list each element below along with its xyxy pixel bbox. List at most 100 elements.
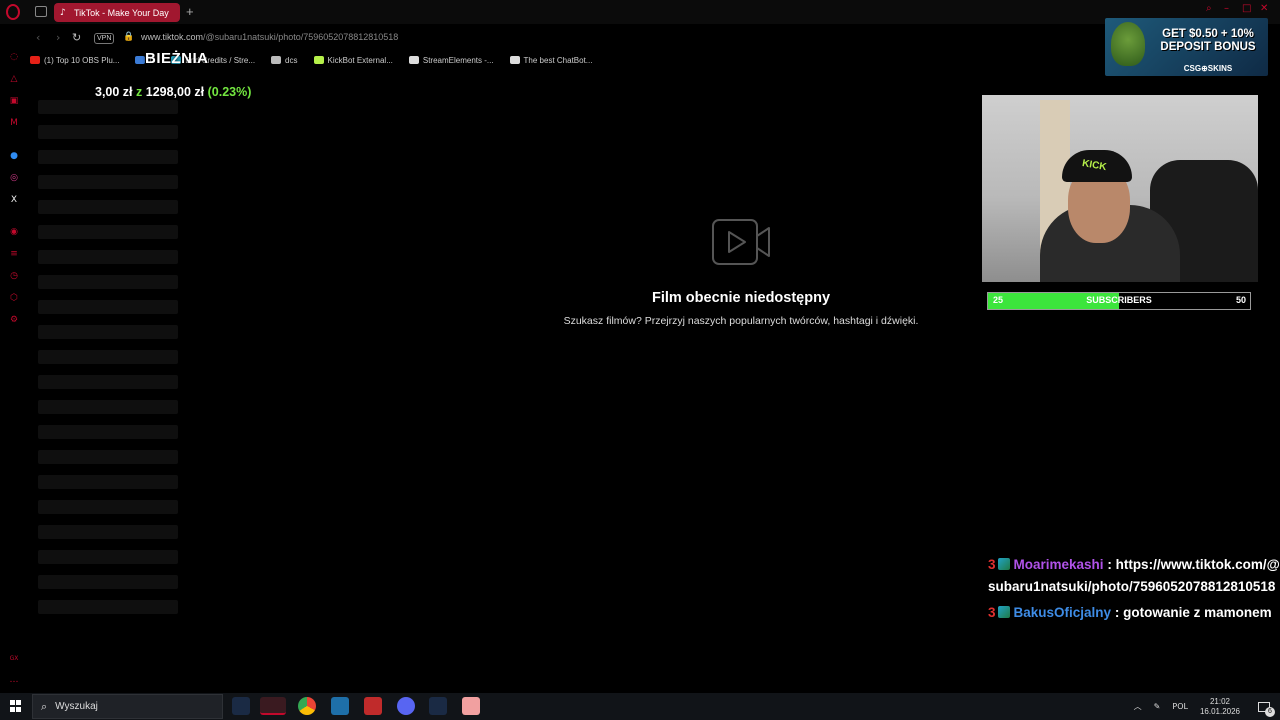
skeleton-row [38,550,178,564]
chat-username: Moarimekashi [1013,557,1104,572]
ad-headline: GET $0.50 + 10% DEPOSIT BONUS [1160,28,1256,53]
skeleton-row [38,600,178,614]
loading-skeleton-list [38,100,180,625]
subscriber-goal-label: SUBSCRIBERS [1086,295,1152,305]
bookmark-item[interactable]: KickBot External... [313,55,393,65]
skeleton-row [38,150,178,164]
opera-gx-app-icon[interactable] [260,697,286,715]
skeleton-row [38,375,178,389]
bookmark-item[interactable]: StreamElements -... [408,55,494,65]
back-icon[interactable]: ‹ [36,31,40,44]
speed-dial-icon[interactable]: ◉ [8,227,20,238]
bookmark-label: KickBot External... [327,55,393,65]
chat-badge-number: 3 [988,557,996,572]
url-field[interactable]: www.tiktok.com/@subaru1natsuki/photo/759… [141,32,398,42]
tab-tiktok[interactable]: ♪ TikTok - Make Your Day [54,3,180,22]
subscriber-goal-target: 50 [1235,295,1246,305]
chat-separator: : [1103,557,1112,572]
steam-app-icon[interactable] [232,697,250,715]
notification-icon[interactable]: 6 [1258,701,1275,717]
discord-app-icon[interactable] [397,697,415,715]
skeleton-row [38,275,178,289]
chat-overlay: 3 Moarimekashi : https://www.tiktok.com/@… [988,554,1280,628]
streamelements-icon [408,56,419,64]
history-icon[interactable]: ◷ [8,271,20,282]
more-icon[interactable]: … [8,675,20,686]
x-icon[interactable]: X [8,195,20,206]
new-tab-button[interactable]: + [186,4,194,19]
ad-mascot [1111,22,1145,66]
donation-current: 3,00 zł [95,85,133,99]
forward-icon[interactable]: › [56,31,60,44]
search-icon: ⌕ [41,699,48,713]
clock[interactable]: 21:02 16.01.2026 [1200,697,1240,717]
donation-percent: (0.23%) [207,85,252,99]
chat-separator: : [1111,605,1120,620]
vpn-badge[interactable]: VPN [94,33,115,44]
chat-message: 3 BakusOficjalny : gotowanie z mamonem [988,602,1280,624]
player-icon[interactable]: ▣ [8,96,20,107]
browser-sidebar: ◌ △ ▣ M ● ◎ X ◉ ≡ ◷ ⬡ ⚙ GX … [0,48,28,693]
bookmark-label: The best ChatBot... [523,55,593,65]
pen-icon[interactable]: ✎ [1154,702,1161,711]
bookmark-item[interactable]: (1) Top 10 OBS Plu... [30,56,119,65]
settings-icon[interactable]: ⚙ [8,315,20,326]
folder-icon [271,56,282,64]
video-unavailable-title: Film obecnie niedostępny [651,290,831,306]
ad-brand: CSG⊕SKINS [1183,64,1233,73]
donation-connector: z [136,85,143,99]
skeleton-row [38,125,178,139]
chrome-app-icon[interactable] [298,697,316,715]
crypto-wallet-icon[interactable]: △ [8,74,20,85]
paint-app-icon[interactable] [462,697,480,715]
skeleton-row [38,575,178,589]
windows-start-icon[interactable] [10,700,22,712]
tab-title: TikTok - Make Your Day [74,7,169,18]
notification-count: 6 [1265,706,1275,717]
opera-logo-icon[interactable] [6,4,20,20]
tab-switcher-icon[interactable] [35,6,47,17]
ad-banner[interactable]: GET $0.50 + 10% DEPOSIT BONUS CSG⊕SKINS [1105,18,1268,76]
subscriber-goal-bar: 25 SUBSCRIBERS 50 [987,292,1251,310]
chat-username: BakusOficjalny [1013,605,1112,620]
app-icon[interactable] [331,697,349,715]
minimize-icon[interactable]: – [1224,4,1234,14]
bookmark-item[interactable]: The best ChatBot... [509,55,593,65]
reload-icon[interactable]: ↻ [72,31,81,44]
address-bar: ‹ › ↻ VPN 🔒 www.tiktok.com/@subaru1natsu… [28,26,1280,50]
skeleton-row [38,475,178,489]
bookmark-item[interactable]: dcs [271,55,298,65]
messenger-icon[interactable]: ● [8,151,20,162]
system-tray: ︿ ✎ POL 21:02 16.01.2026 6 [1134,693,1280,720]
language-indicator[interactable]: POL [1172,702,1188,711]
search-icon[interactable]: ⌕ [1206,4,1216,14]
window-controls: ⌕ – □ ✕ [1206,4,1270,14]
tray-chevron-icon[interactable]: ︿ [1134,701,1142,712]
instagram-icon[interactable]: ◎ [8,173,20,184]
clock-date: 16.01.2026 [1199,706,1240,716]
bookmark-label: StreamElements -... [422,55,494,65]
skeleton-row [38,300,178,314]
close-icon[interactable]: ✕ [1260,4,1270,14]
clock-time: 21:02 [1209,696,1230,706]
video-unavailable-icon [712,219,770,265]
subscriber-badge-icon [997,606,1010,618]
voicemeeter-app-icon[interactable] [364,697,382,715]
chat-message: 3 Moarimekashi : https://www.tiktok.com/@… [988,554,1280,598]
skeleton-row [38,325,178,339]
extensions-icon[interactable]: ⬡ [8,293,20,304]
skeleton-row [38,225,178,239]
skeleton-row [38,450,178,464]
maximize-icon[interactable]: □ [1242,4,1252,14]
mail-icon[interactable]: M [8,118,20,129]
steam-app-icon-2[interactable] [429,697,447,715]
pinboard-icon[interactable]: ≡ [8,249,20,260]
lock-icon[interactable]: 🔒 [123,32,134,42]
bookmark-label: dcs [285,55,298,65]
taskbar-search[interactable]: ⌕ Wyszukaj [32,694,223,719]
tiktok-icon: ♪ [60,7,66,18]
subscriber-badge-icon [997,558,1010,570]
gx-icon[interactable]: GX [8,653,20,664]
donation-target: 1298,00 zł [145,85,205,99]
aria-icon[interactable]: ◌ [8,52,20,63]
